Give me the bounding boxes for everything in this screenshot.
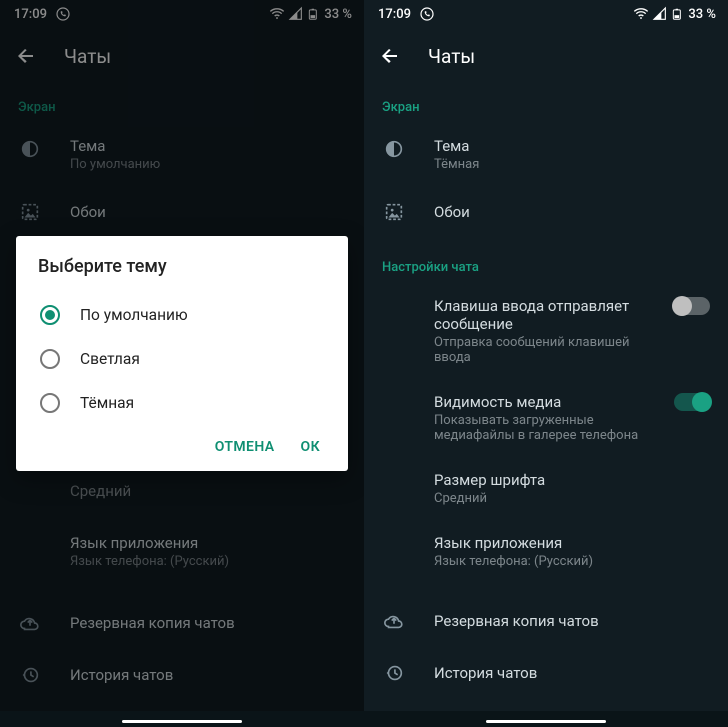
appbar: Чаты (364, 28, 728, 84)
appbar-title: Чаты (428, 45, 475, 68)
nav-handle[interactable] (486, 720, 606, 724)
item-wallpaper[interactable]: Обои (364, 186, 728, 238)
item-title: Размер шрифта (434, 471, 710, 489)
nav-handle[interactable] (122, 720, 242, 724)
battery-icon (671, 6, 685, 22)
item-title: Обои (434, 203, 710, 221)
item-enter-send[interactable]: Клавиша ввода отправляет сообщение Отпра… (364, 283, 728, 379)
wifi-icon (633, 6, 649, 22)
item-sub: Тёмная (434, 157, 710, 172)
signal-icon (652, 6, 668, 22)
item-history[interactable]: История чатов (364, 647, 728, 699)
radio-label: Светлая (80, 350, 140, 368)
item-title: Язык приложения (434, 534, 710, 552)
theme-dialog: Выберите тему По умолчанию Светлая Тёмна… (16, 236, 348, 471)
item-theme[interactable]: Тема Тёмная (364, 123, 728, 186)
item-sub: Средний (434, 491, 710, 506)
statusbar: 17:09 33 % (364, 0, 728, 28)
section-screen: Экран (364, 84, 728, 123)
item-title: История чатов (434, 664, 710, 682)
item-sub: Показывать загруженные медиафайлы в гале… (434, 413, 646, 443)
item-sub: Язык телефона: (Русский) (434, 554, 710, 569)
toggle-enter-send[interactable] (674, 297, 710, 315)
radio-label: Тёмная (80, 394, 134, 412)
phone-left: 17:09 33 % Чаты Экран Тема По умолчанию … (0, 0, 364, 727)
item-language[interactable]: Язык приложения Язык телефона: (Русский) (364, 520, 728, 583)
cancel-button[interactable]: ОТМЕНА (215, 439, 275, 455)
dialog-title: Выберите тему (38, 256, 326, 277)
radio-icon (40, 393, 60, 413)
wallpaper-icon (382, 200, 406, 224)
radio-icon (40, 349, 60, 369)
back-icon[interactable] (378, 44, 402, 68)
item-title: Видимость медиа (434, 393, 646, 411)
status-time: 17:09 (378, 7, 411, 22)
item-title: Клавиша ввода отправляет сообщение (434, 297, 646, 333)
item-title: Тема (434, 137, 710, 155)
theme-option-dark[interactable]: Тёмная (38, 381, 326, 425)
ok-button[interactable]: ОК (301, 439, 320, 455)
theme-option-default[interactable]: По умолчанию (38, 293, 326, 337)
battery-percent: 33 % (688, 7, 716, 22)
cloud-icon (382, 609, 406, 633)
whatsapp-icon (419, 6, 435, 22)
section-chat-settings: Настройки чата (364, 238, 728, 283)
item-font[interactable]: Размер шрифта Средний (364, 457, 728, 520)
theme-option-light[interactable]: Светлая (38, 337, 326, 381)
history-icon (382, 661, 406, 685)
item-sub: Отправка сообщений клавишей ввода (434, 335, 646, 365)
radio-label: По умолчанию (80, 306, 188, 324)
radio-icon (40, 305, 60, 325)
item-title: Резервная копия чатов (434, 612, 710, 630)
theme-icon (382, 137, 406, 161)
item-media-visibility[interactable]: Видимость медиа Показывать загруженные м… (364, 379, 728, 457)
item-backup[interactable]: Резервная копия чатов (364, 595, 728, 647)
toggle-media-visibility[interactable] (674, 393, 710, 411)
phone-right: 17:09 33 % Чаты Экран Тема Тёмная Обои Н… (364, 0, 728, 727)
